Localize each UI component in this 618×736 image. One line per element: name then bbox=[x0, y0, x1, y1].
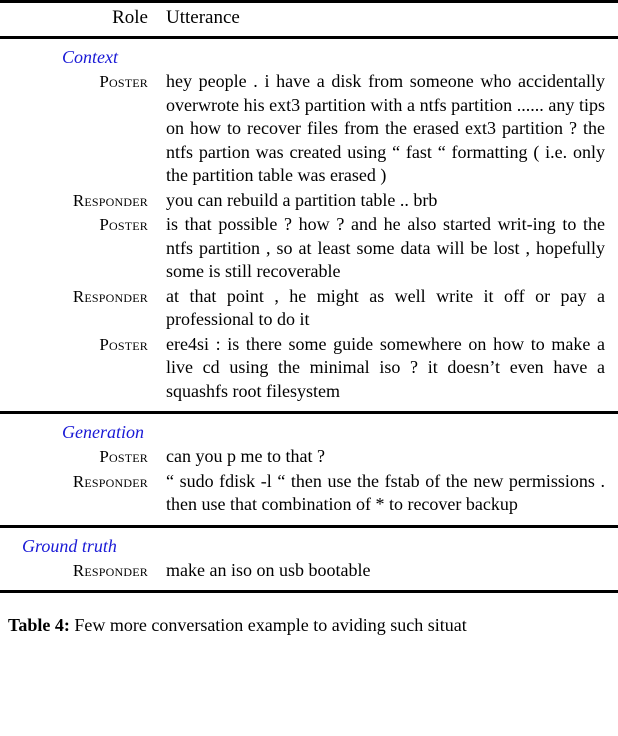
table-row: Responder “ sudo fdisk -l “ then use the… bbox=[0, 470, 618, 517]
section-context: Context Poster hey people . i have a dis… bbox=[0, 39, 618, 411]
row-utterance: “ sudo fdisk -l “ then use the fstab of … bbox=[166, 470, 605, 515]
row-role: Responder bbox=[72, 190, 148, 210]
row-role: Poster bbox=[99, 72, 148, 91]
column-header-utterance: Utterance bbox=[166, 7, 240, 28]
table-row: Responder you can rebuild a partition ta… bbox=[0, 189, 618, 213]
row-utterance: hey people . i have a disk from someone … bbox=[166, 71, 605, 185]
column-header-role: Role bbox=[112, 7, 148, 28]
row-utterance: make an iso on usb bootable bbox=[166, 559, 371, 580]
table-row: Responder make an iso on usb bootable bbox=[0, 559, 618, 583]
section-generation: Generation Poster can you p me to that ?… bbox=[0, 414, 618, 525]
table-header-row: Role Utterance bbox=[0, 3, 618, 36]
example-table: Role Utterance Context Poster hey people… bbox=[0, 0, 618, 636]
row-role: Poster bbox=[99, 447, 148, 466]
section-label-generation: Generation bbox=[62, 422, 144, 442]
table-row: Responder at that point , he might as we… bbox=[0, 285, 618, 332]
table-row: Poster hey people . i have a disk from s… bbox=[0, 70, 618, 188]
row-role: Responder bbox=[72, 471, 148, 491]
row-role: Poster bbox=[99, 334, 148, 354]
row-role: Responder bbox=[72, 286, 148, 306]
row-utterance: you can rebuild a partition table .. brb bbox=[166, 189, 438, 210]
table-row: Poster can you p me to that ? bbox=[0, 445, 618, 469]
row-utterance: is that possible ? how ? and he also sta… bbox=[166, 214, 605, 281]
table-row: Poster is that possible ? how ? and he a… bbox=[0, 213, 618, 284]
row-role: Responder bbox=[72, 560, 148, 580]
row-utterance: at that point , he might as well write i… bbox=[166, 285, 605, 330]
row-utterance: can you p me to that ? bbox=[166, 446, 325, 466]
section-label-context: Context bbox=[62, 47, 118, 67]
row-utterance: ere4si : is there some guide somewhere o… bbox=[166, 333, 605, 401]
section-ground-truth: Ground truth Responder make an iso on us… bbox=[0, 528, 618, 591]
section-label-ground-truth: Ground truth bbox=[22, 535, 117, 556]
caption-number: Table 4: bbox=[8, 615, 70, 635]
table-caption: Table 4: Few more conversation example t… bbox=[0, 614, 618, 636]
table-bottom-rule bbox=[0, 590, 618, 593]
table-caption-clip: Table 4: Few more conversation example t… bbox=[0, 614, 618, 636]
row-role: Poster bbox=[99, 215, 148, 234]
caption-text: Few more conversation example to aviding… bbox=[74, 615, 467, 635]
table-row: Poster ere4si : is there some guide some… bbox=[0, 333, 618, 404]
